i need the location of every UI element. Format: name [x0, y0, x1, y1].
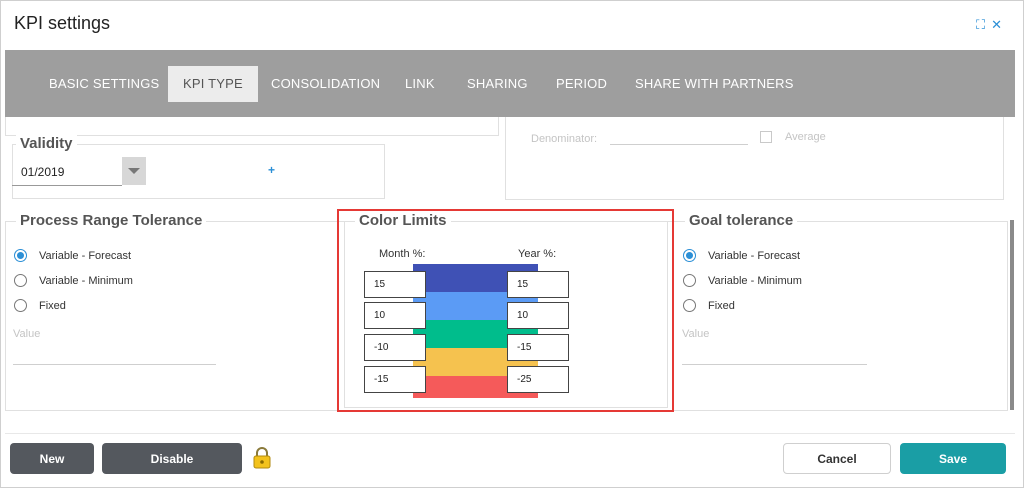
option-label: Variable - Minimum	[708, 274, 802, 287]
denominator-label: Denominator:	[531, 133, 598, 145]
month-limit-3[interactable]: -10	[364, 334, 426, 361]
year-limit-4[interactable]: -25	[507, 366, 569, 393]
option-label: Fixed	[39, 299, 66, 312]
lock-icon[interactable]	[252, 447, 272, 474]
upper-right-card	[505, 117, 1004, 200]
tab-kpi-type[interactable]: KPI TYPE	[168, 66, 258, 102]
radio-button[interactable]	[14, 249, 27, 262]
option-label: Variable - Minimum	[39, 274, 133, 287]
year-limit-2[interactable]: 10	[507, 302, 569, 329]
process-range-option-minimum[interactable]: Variable - Minimum	[14, 274, 133, 287]
tab-period[interactable]: PERIOD	[541, 66, 622, 102]
expand-icon[interactable]: ⛶	[976, 17, 985, 33]
goal-value-placeholder: Value	[682, 328, 710, 340]
validity-dropdown-button[interactable]	[122, 157, 146, 185]
tab-basic-settings[interactable]: BASIC SETTINGS	[34, 66, 174, 102]
year-limit-1[interactable]: 15	[507, 271, 569, 298]
month-limit-2[interactable]: 10	[364, 302, 426, 329]
validity-input[interactable]: 01/2019	[12, 157, 122, 185]
goal-option-fixed[interactable]: Fixed	[683, 299, 735, 312]
goal-value-input[interactable]	[682, 364, 867, 365]
goal-option-minimum[interactable]: Variable - Minimum	[683, 274, 802, 287]
option-label: Fixed	[708, 299, 735, 312]
new-button[interactable]: New	[10, 443, 94, 474]
option-label: Variable - Forecast	[39, 249, 132, 262]
process-range-value-input[interactable]	[13, 364, 216, 365]
tab-sharing[interactable]: SHARING	[452, 66, 543, 102]
radio-button[interactable]	[683, 249, 696, 262]
month-limit-1[interactable]: 15	[364, 271, 426, 298]
process-range-value-placeholder: Value	[13, 328, 41, 340]
process-range-option-forecast[interactable]: Variable - Forecast	[14, 249, 131, 262]
average-checkbox[interactable]	[760, 131, 772, 143]
cancel-button[interactable]: Cancel	[783, 443, 891, 474]
average-label: Average	[785, 131, 826, 143]
year-label: Year %:	[518, 248, 557, 260]
tab-link[interactable]: LINK	[390, 66, 450, 102]
validity-legend: Validity	[16, 135, 77, 152]
close-icon[interactable]: ✕	[991, 17, 1002, 33]
radio-button[interactable]	[14, 274, 27, 287]
goal-option-forecast[interactable]: Variable - Forecast	[683, 249, 800, 262]
month-limit-4[interactable]: -15	[364, 366, 426, 393]
add-validity-button[interactable]: +	[268, 163, 275, 177]
dialog-title: KPI settings	[14, 13, 111, 33]
scrollbar[interactable]	[1010, 220, 1014, 410]
upper-left-card	[5, 117, 499, 136]
goal-tolerance-legend: Goal tolerance	[685, 212, 798, 229]
tab-share-with-partners[interactable]: SHARE WITH PARTNERS	[620, 66, 809, 102]
denominator-input[interactable]	[610, 144, 748, 145]
radio-button[interactable]	[683, 274, 696, 287]
tab-consolidation[interactable]: CONSOLIDATION	[256, 66, 395, 102]
window-controls: ⛶ ✕	[976, 17, 1002, 33]
validity-underline	[12, 185, 122, 186]
chevron-down-icon	[128, 168, 140, 174]
footer-divider	[5, 433, 1015, 434]
color-limits-legend: Color Limits	[355, 212, 451, 229]
process-range-legend: Process Range Tolerance	[16, 212, 207, 229]
option-label: Variable - Forecast	[708, 249, 801, 262]
month-label: Month %:	[379, 248, 426, 260]
radio-button[interactable]	[683, 299, 696, 312]
radio-button[interactable]	[14, 299, 27, 312]
disable-button[interactable]: Disable	[102, 443, 242, 474]
save-button[interactable]: Save	[900, 443, 1006, 474]
year-limit-3[interactable]: -15	[507, 334, 569, 361]
tab-bar: BASIC SETTINGS KPI TYPE CONSOLIDATION LI…	[5, 50, 1015, 117]
process-range-option-fixed[interactable]: Fixed	[14, 299, 66, 312]
